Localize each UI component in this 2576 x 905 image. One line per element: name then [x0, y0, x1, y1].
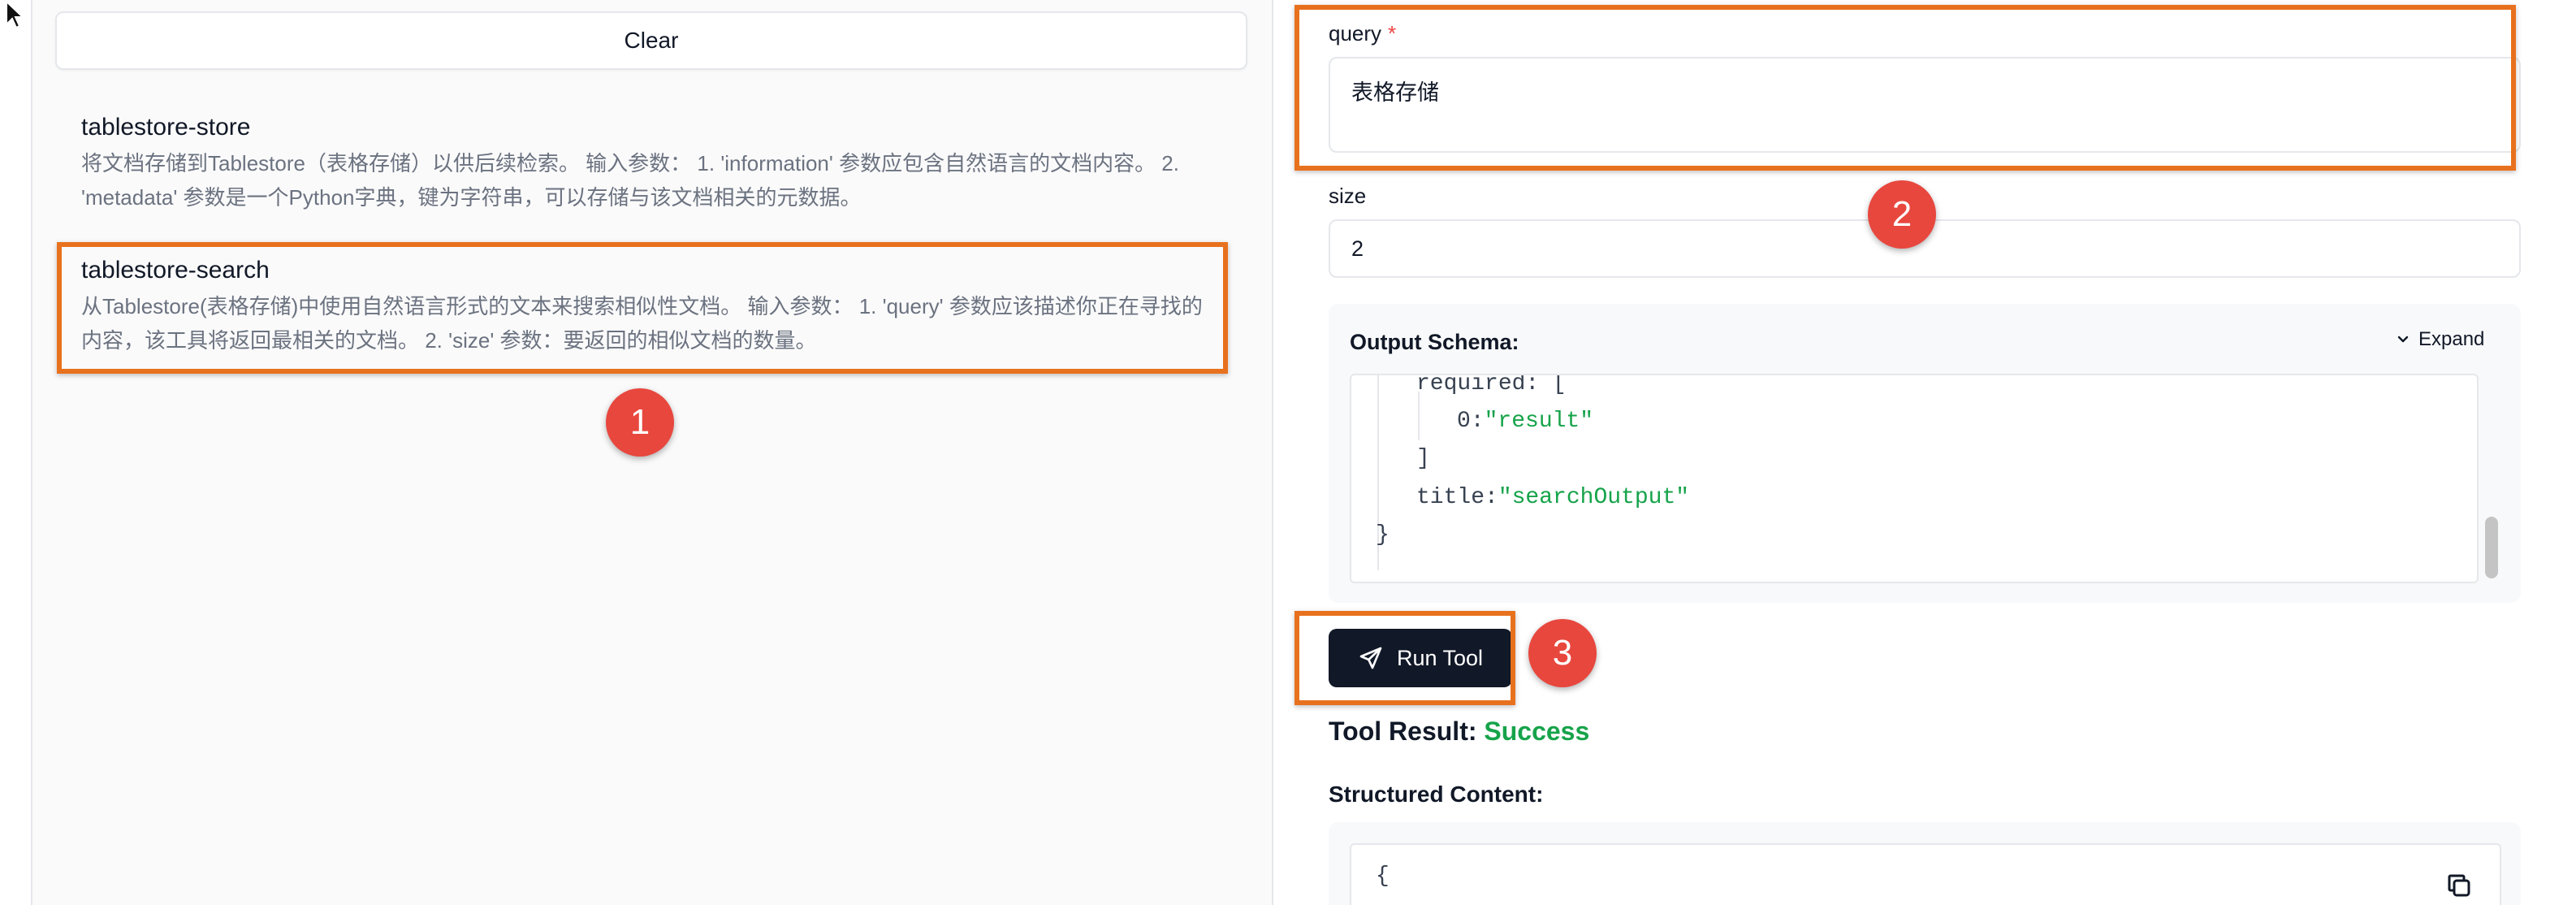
highlight-box-tool-search	[57, 242, 1228, 374]
code-key: required:	[1416, 374, 1540, 396]
output-schema-code: required: [ 0:"result" ] title:"searchOu…	[1350, 374, 2479, 583]
size-label: size	[1329, 184, 1367, 208]
chevron-down-icon	[2397, 336, 2409, 343]
code-string: "searchOutput"	[1498, 485, 1690, 510]
step-badge-3: 3	[1528, 619, 1597, 687]
schema-scrollbar-thumb[interactable]	[2485, 517, 2498, 578]
tool-name: tablestore-store	[81, 114, 251, 141]
structured-content-heading: Structured Content:	[1329, 782, 1544, 807]
tool-description: 将文档存储到Tablestore（表格存储）以供后续检索。 输入参数： 1. '…	[81, 151, 1179, 210]
code-string: "result"	[1484, 409, 1594, 434]
output-schema-title: Output Schema:	[1350, 330, 1519, 354]
code-key: 0:	[1457, 409, 1485, 434]
code-punct: ]	[1416, 446, 1430, 471]
highlight-box-run-tool	[1294, 611, 1515, 705]
clear-button[interactable]: Clear	[55, 11, 1247, 70]
tool-result-label: Tool Result:	[1329, 717, 1477, 746]
code-key: title:	[1416, 485, 1498, 510]
code-punct: {	[1376, 864, 1390, 889]
step-badge-1: 1	[606, 388, 674, 457]
code-punct: [	[1553, 374, 1567, 396]
tool-result-status: Success	[1484, 717, 1590, 746]
expand-label: Expand	[2418, 328, 2485, 350]
structured-content-code: {	[1350, 843, 2501, 905]
step-badge-2: 2	[1868, 180, 1936, 249]
code-punct: }	[1376, 522, 1390, 548]
expand-button[interactable]: Expand	[2396, 328, 2484, 351]
tool-result-heading: Tool Result: Success	[1329, 717, 1589, 747]
copy-icon[interactable]	[2444, 871, 2474, 900]
highlight-box-query	[1294, 5, 2516, 171]
mouse-cursor-icon	[6, 0, 25, 29]
tool-item-tablestore-store[interactable]: tablestore-store 将文档存储到Tablestore（表格存储）以…	[81, 112, 1218, 214]
